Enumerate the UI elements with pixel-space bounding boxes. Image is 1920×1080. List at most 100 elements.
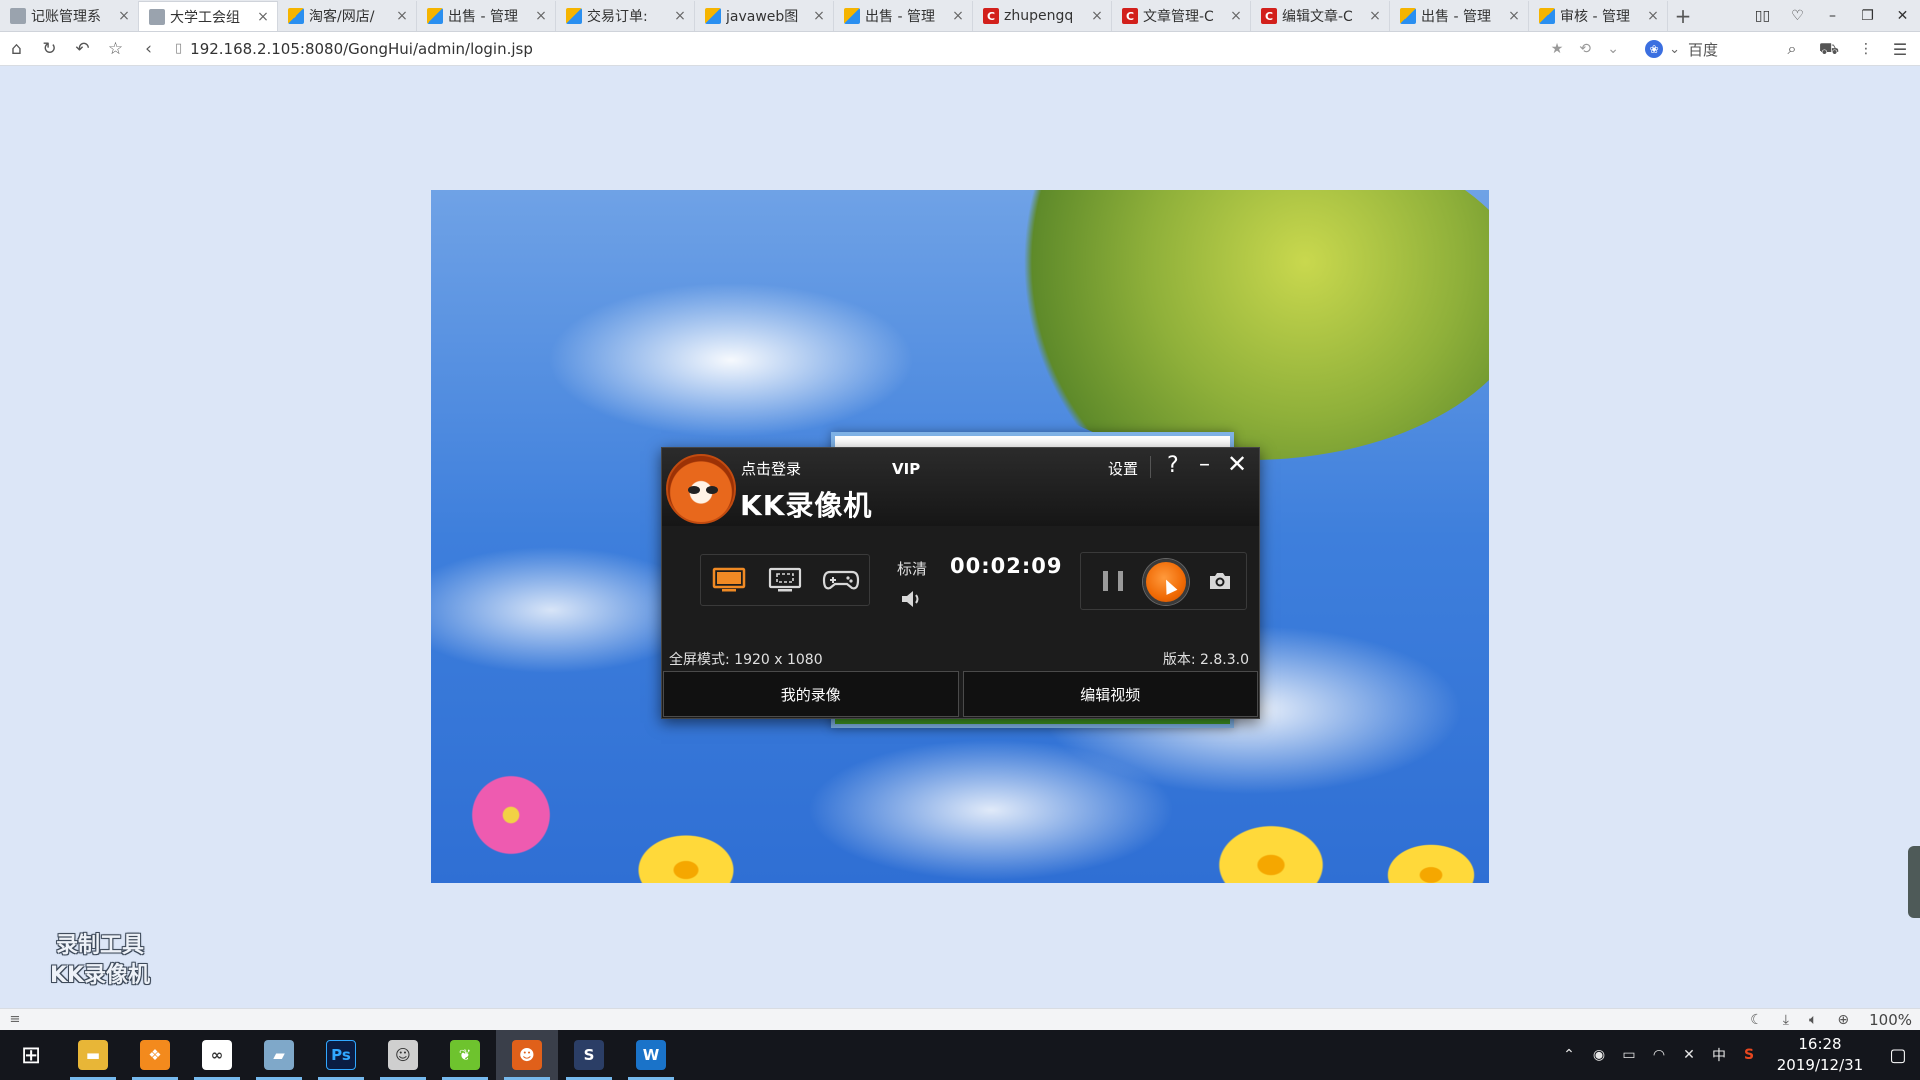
system-tray: ⌃ ◉ ▭ ◠ ✕ 中 S 16:28 2019/12/31 ▢ [1554, 1030, 1920, 1080]
new-tab-button[interactable]: + [1668, 1, 1698, 31]
refresh-site-icon[interactable]: ⟲ [1571, 41, 1599, 57]
browser-tab[interactable]: 记账管理系 × [0, 1, 139, 31]
battery-icon[interactable]: ▭ [1614, 1030, 1644, 1080]
tab-close-icon[interactable]: × [950, 8, 966, 24]
browser-tab[interactable]: 大学工会组 × [139, 1, 278, 31]
kk-help-button[interactable]: ? [1167, 453, 1179, 478]
tab-label: 记账管理系 [31, 9, 101, 25]
browser-tab[interactable]: 出售 - 管理 × [834, 1, 973, 31]
more-options-icon[interactable]: ⋮ [1852, 41, 1880, 57]
tab-close-icon[interactable]: × [1228, 8, 1244, 24]
kk-settings-button[interactable]: 设置 [1108, 458, 1138, 479]
browser-tab[interactable]: 淘客/网店/ × [278, 1, 417, 31]
kk-quality-selector[interactable]: 标清 [897, 558, 927, 579]
sogou-input-icon[interactable]: S [1734, 1030, 1764, 1080]
action-center-icon[interactable]: ▢ [1876, 1030, 1920, 1080]
taskbar-button[interactable]: W [620, 1030, 682, 1080]
menu-icon[interactable]: ☰ [1880, 40, 1920, 59]
browser-tab[interactable]: C 文章管理-C × [1112, 1, 1251, 31]
taskbar-button[interactable]: ❦ [434, 1030, 496, 1080]
favorite-star-icon[interactable]: ☆ [99, 32, 132, 66]
taskbar-clock[interactable]: 16:28 2019/12/31 [1772, 1034, 1868, 1076]
undo-icon[interactable]: ↶ [66, 32, 99, 66]
region-mode-icon[interactable] [765, 562, 805, 598]
taskbar-button[interactable]: ❖ [124, 1030, 186, 1080]
tab-close-icon[interactable]: × [394, 8, 410, 24]
taskbar-button[interactable]: ∞ [186, 1030, 248, 1080]
browser-tab[interactable]: C 编辑文章-C × [1251, 1, 1390, 31]
taskbar-button[interactable]: Ps [310, 1030, 372, 1080]
taskbar-button[interactable]: ☺ [372, 1030, 434, 1080]
back-icon[interactable]: ‹ [132, 32, 165, 66]
windows-taskbar: ⊞ ▬ ❖ ∞ ▰ Ps ☺ ❦ ☻ S W ⌃ ◉ ▭ ◠ ✕ 中 S 16:28 2019/12… [0, 1030, 1920, 1080]
edit-video-button[interactable]: 编辑视频 [962, 671, 1258, 717]
taskbar-button[interactable]: ☻ [496, 1030, 558, 1080]
skin-icon[interactable]: ♡ [1780, 0, 1815, 32]
taskbar-apps: ⊞ ▬ ❖ ∞ ▰ Ps ☺ ❦ ☻ S W [0, 1030, 682, 1080]
fullscreen-mode-icon[interactable] [709, 562, 749, 598]
tab-close-icon[interactable]: × [255, 9, 271, 25]
watermark-line-1: 录制工具 [55, 933, 144, 958]
browser-tab[interactable]: 出售 - 管理 × [1390, 1, 1529, 31]
tab-list-icon[interactable]: ▯▯ [1745, 0, 1780, 32]
taskbar-button[interactable]: ▰ [248, 1030, 310, 1080]
status-bar-tools: ☾ ⤓ 🔈︎ ⊕ 100% [1750, 1009, 1912, 1031]
search-engine-selector[interactable]: ❀ ⌄ 百度 [1645, 39, 1718, 60]
tab-close-icon[interactable]: × [533, 8, 549, 24]
dropdown-chevron-icon[interactable]: ⌄ [1599, 41, 1627, 57]
wifi-icon[interactable]: ◠ [1644, 1030, 1674, 1080]
bookmark-star-icon[interactable]: ★ [1543, 41, 1571, 57]
kk-login-link[interactable]: 点击登录 [741, 458, 801, 479]
reload-icon[interactable]: ↻ [33, 32, 66, 66]
home-icon[interactable]: ⌂ [0, 32, 33, 66]
taskbar-button[interactable]: ▬ [62, 1030, 124, 1080]
orange-app-icon: ❖ [140, 1040, 170, 1070]
my-recordings-button[interactable]: 我的录像 [663, 671, 959, 717]
sound-icon[interactable]: 🔈︎ [1809, 1012, 1817, 1028]
qq-tray-icon[interactable]: ◉ [1584, 1030, 1614, 1080]
window-minimize-button[interactable]: – [1815, 0, 1850, 32]
window-close-button[interactable]: ✕ [1885, 0, 1920, 32]
browser-tab[interactable]: 交易订单: × [556, 1, 695, 31]
sidebar-toggle-icon[interactable]: ≡ [0, 1012, 30, 1027]
taskbar-button[interactable]: ⊞ [0, 1030, 62, 1080]
browser-status-bar: ≡ ☾ ⤓ 🔈︎ ⊕ 100% [0, 1008, 1920, 1030]
colorful-site-icon [844, 8, 860, 24]
tab-close-icon[interactable]: × [811, 8, 827, 24]
url-input[interactable]: ▯ 192.168.2.105:8080/GongHui/admin/login… [175, 36, 1475, 62]
tab-close-icon[interactable]: × [1367, 8, 1383, 24]
shopping-cart-icon[interactable]: ⛟ [1806, 39, 1852, 60]
kk-close-button[interactable]: ✕ [1227, 450, 1247, 478]
speaker-muted-icon[interactable]: ✕ [1674, 1030, 1704, 1080]
tab-close-icon[interactable]: × [1506, 8, 1522, 24]
zoom-icon[interactable]: ⊕ [1837, 1012, 1849, 1028]
tab-close-icon[interactable]: × [116, 8, 132, 24]
document-icon [10, 8, 26, 24]
zoom-level[interactable]: 100% [1869, 1011, 1912, 1029]
ime-indicator[interactable]: 中 [1704, 1030, 1734, 1080]
browser-tab[interactable]: 审核 - 管理 × [1529, 1, 1668, 31]
browser-tab[interactable]: 出售 - 管理 × [417, 1, 556, 31]
search-icon[interactable]: ⌕ [1778, 39, 1806, 59]
browser-tab[interactable]: Czhupengq × [973, 1, 1112, 31]
browser-tab[interactable]: javaweb图 × [695, 1, 834, 31]
kk-minimize-button[interactable]: – [1199, 452, 1210, 477]
taskbar-button[interactable]: S [558, 1030, 620, 1080]
kk-recording-mode-group [700, 554, 870, 606]
game-mode-icon[interactable] [821, 562, 861, 598]
camera-screenshot-icon[interactable] [1207, 569, 1233, 593]
volume-icon[interactable] [900, 588, 924, 610]
night-mode-icon[interactable]: ☾ [1750, 1012, 1763, 1028]
tab-close-icon[interactable]: × [1089, 8, 1105, 24]
kk-vip-badge[interactable]: VIP [892, 460, 920, 478]
tab-label: zhupengq [1004, 8, 1074, 24]
page-info-icon[interactable]: ▯ [175, 41, 182, 56]
window-restore-button[interactable]: ❐ [1850, 0, 1885, 32]
kk-brand-title: KK录像机 [740, 489, 873, 522]
pause-icon[interactable] [1103, 571, 1123, 593]
show-hidden-icons-icon[interactable]: ⌃ [1554, 1030, 1584, 1080]
download-icon[interactable]: ⤓ [1783, 1012, 1789, 1028]
tab-close-icon[interactable]: × [1645, 8, 1661, 24]
side-panel-handle[interactable] [1908, 846, 1920, 918]
tab-close-icon[interactable]: × [672, 8, 688, 24]
